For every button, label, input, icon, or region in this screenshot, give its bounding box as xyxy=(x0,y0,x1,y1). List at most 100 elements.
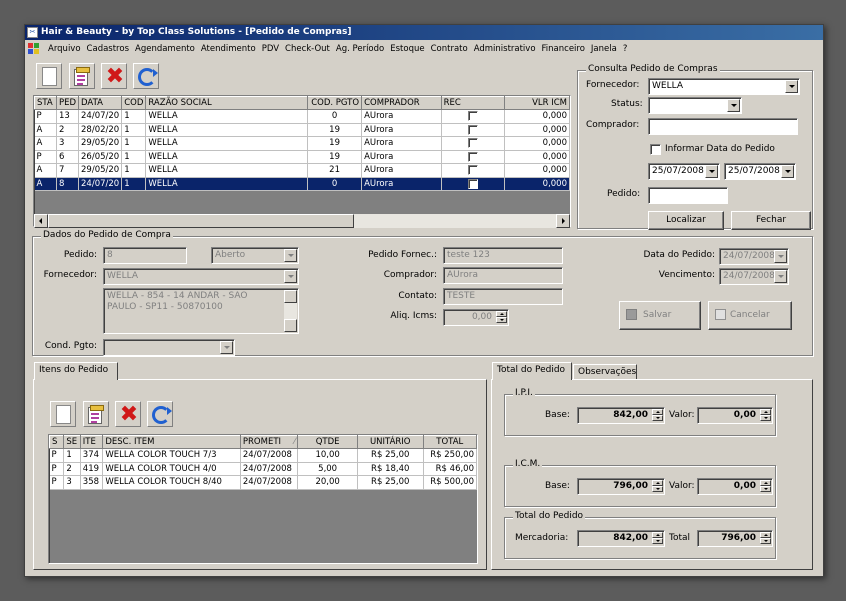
localizar-button[interactable]: Localizar xyxy=(648,211,724,230)
vencimento-label: Vencimento: xyxy=(658,270,715,280)
order-cell-data: 28/02/20 xyxy=(78,123,123,137)
col-rec[interactable]: REC xyxy=(440,96,505,110)
chevron-down-icon[interactable] xyxy=(727,99,740,112)
cancelar-button[interactable]: Cancelar xyxy=(708,301,792,330)
rec-checkbox[interactable] xyxy=(467,165,478,175)
refresh-items-button[interactable] xyxy=(147,401,173,427)
scroll-thumb[interactable] xyxy=(48,214,354,228)
col-desc-item[interactable]: DESC. ITEM xyxy=(102,435,241,449)
chevron-down-icon[interactable] xyxy=(785,80,798,93)
order-cell-cod: 1 xyxy=(121,150,147,164)
item-cell-prometi: 24/07/2008 xyxy=(240,448,299,463)
item-cell-ite: 419 xyxy=(80,462,104,476)
rec-checkbox[interactable] xyxy=(467,111,478,121)
item-row[interactable]: P 3 358 WELLA COLOR TOUCH 8/40 24/07/2008 20,… xyxy=(49,475,478,490)
order-cell-rec xyxy=(441,123,505,137)
menu-cadastros[interactable]: Cadastros xyxy=(84,44,132,54)
informar-data-checkbox[interactable] xyxy=(650,144,661,155)
menu-ag-periodo[interactable]: Ag. Período xyxy=(333,44,387,54)
col-total[interactable]: TOTAL xyxy=(422,435,478,449)
fechar-button[interactable]: Fechar xyxy=(731,211,811,230)
col-qtde[interactable]: QTDE xyxy=(297,435,358,449)
col-ite[interactable]: ITE xyxy=(79,435,104,449)
scroll-right-arrow-icon[interactable] xyxy=(556,214,570,228)
new-order-button[interactable] xyxy=(36,63,62,89)
edit-order-button[interactable] xyxy=(69,63,95,89)
salvar-button[interactable]: Salvar xyxy=(619,301,701,330)
consulta-pedido-input[interactable] xyxy=(648,187,728,204)
ipi-title: I.P.I. xyxy=(513,388,535,398)
consulta-comprador-input[interactable] xyxy=(648,118,798,135)
order-row[interactable]: A 8 24/07/20 1 WELLA 0 AUrora 0,000 xyxy=(34,177,571,191)
col-razao[interactable]: RAZÃO SOCIAL xyxy=(145,96,309,110)
chevron-down-icon[interactable] xyxy=(705,165,718,178)
menu-arquivo[interactable]: Arquivo xyxy=(45,44,84,54)
chevron-down-icon[interactable] xyxy=(781,165,794,178)
order-row[interactable]: A 7 29/05/20 1 WELLA 21 AUrora 0,000 xyxy=(34,163,571,178)
col-prometi[interactable]: PROMETI ⁄ xyxy=(239,435,299,449)
menu-atendimento[interactable]: Atendimento xyxy=(198,44,259,54)
order-cell-comprador: AUrora xyxy=(361,163,442,178)
date-from-picker[interactable]: 25/07/2008 xyxy=(648,163,720,180)
rec-checkbox[interactable] xyxy=(467,124,478,135)
aliq-icms-value: 0,00 xyxy=(471,312,492,322)
scroll-left-arrow-icon[interactable] xyxy=(34,214,48,228)
col-sta[interactable]: STA xyxy=(34,96,57,110)
menu-agendamento[interactable]: Agendamento xyxy=(132,44,198,54)
col-ped[interactable]: PED xyxy=(55,96,80,110)
menu-check-out[interactable]: Check-Out xyxy=(282,44,333,54)
consulta-status-select[interactable] xyxy=(648,97,742,114)
col-cod-pgto[interactable]: COD. PGTO xyxy=(307,96,363,110)
edit-item-button[interactable] xyxy=(83,401,109,427)
item-row[interactable]: P 1 374 WELLA COLOR TOUCH 7/3 24/07/2008 10,0… xyxy=(49,448,478,463)
consulta-fornecedor-select[interactable]: WELLA xyxy=(648,78,800,95)
rec-checkbox[interactable] xyxy=(467,178,478,189)
dados-pedido-label: Pedido: xyxy=(63,250,97,260)
col-vlr-icm[interactable]: VLR ICM xyxy=(503,96,571,110)
menu-janela[interactable]: Janela xyxy=(588,44,620,54)
refresh-button[interactable] xyxy=(133,63,159,89)
order-cell-comprador: AUrora xyxy=(361,150,442,164)
menu-estoque[interactable]: Estoque xyxy=(387,44,427,54)
col-se[interactable]: SE xyxy=(63,435,81,449)
new-item-button[interactable] xyxy=(50,401,76,427)
item-cell-qtde: 5,00 xyxy=(297,462,358,476)
col-cod[interactable]: COD xyxy=(121,96,147,110)
order-cell-pgto: 19 xyxy=(307,150,363,164)
menu-contrato[interactable]: Contrato xyxy=(428,44,471,54)
order-row[interactable]: A 2 28/02/20 1 WELLA 19 AUrora 0,000 xyxy=(34,123,571,137)
item-cell-prometi: 24/07/2008 xyxy=(240,462,299,476)
ipi-base-spin: 842,00 xyxy=(577,407,665,424)
date-to-picker[interactable]: 25/07/2008 xyxy=(724,163,796,180)
tab-itens-pedido[interactable]: Itens do Pedido xyxy=(34,362,118,380)
order-cell-vlr: 0,000 xyxy=(504,150,571,164)
order-cell-sta: P xyxy=(34,150,57,164)
menu-administrativo[interactable]: Administrativo xyxy=(471,44,539,54)
order-row[interactable]: P 6 26/05/20 1 WELLA 19 AUrora 0,000 xyxy=(34,150,571,164)
order-row[interactable]: A 3 29/05/20 1 WELLA 19 AUrora 0,000 xyxy=(34,136,571,151)
tab-observacoes[interactable]: Observações xyxy=(573,364,637,380)
col-s[interactable]: S xyxy=(48,435,65,449)
col-comprador[interactable]: COMPRADOR xyxy=(361,96,442,110)
chevron-down-icon xyxy=(774,270,787,283)
col-data[interactable]: DATA xyxy=(78,96,123,110)
order-cell-razao: WELLA xyxy=(145,136,309,151)
order-cell-pgto: 21 xyxy=(307,163,363,178)
mdi-icon[interactable] xyxy=(28,42,42,55)
order-row[interactable]: P 13 24/07/20 1 WELLA 0 AUrora 0,000 xyxy=(34,109,571,124)
cancelar-label: Cancelar xyxy=(730,310,770,320)
menu-pdv[interactable]: PDV xyxy=(259,44,282,54)
tab-total-pedido[interactable]: Total do Pedido xyxy=(492,362,572,380)
delete-item-button[interactable]: ✖ xyxy=(115,401,141,427)
menu-help[interactable]: ? xyxy=(620,44,631,54)
dados-address-text: WELLA - 854 - 14 ANDAR - SAO PAULO - SP1… xyxy=(107,291,248,312)
item-row[interactable]: P 2 419 WELLA COLOR TOUCH 4/0 24/07/2008 5,00… xyxy=(49,462,478,476)
col-unitario[interactable]: UNITÁRIO xyxy=(356,435,424,449)
menu-financeiro[interactable]: Financeiro xyxy=(539,44,588,54)
rec-checkbox[interactable] xyxy=(467,138,478,148)
rec-checkbox[interactable] xyxy=(467,151,478,162)
orders-grid: STA PED DATA COD RAZÃO SOCIAL COD. PGTO … xyxy=(33,95,571,227)
order-cell-vlr: 0,000 xyxy=(504,109,571,124)
delete-order-button[interactable]: ✖ xyxy=(101,63,127,89)
orders-hscrollbar[interactable] xyxy=(34,214,570,228)
